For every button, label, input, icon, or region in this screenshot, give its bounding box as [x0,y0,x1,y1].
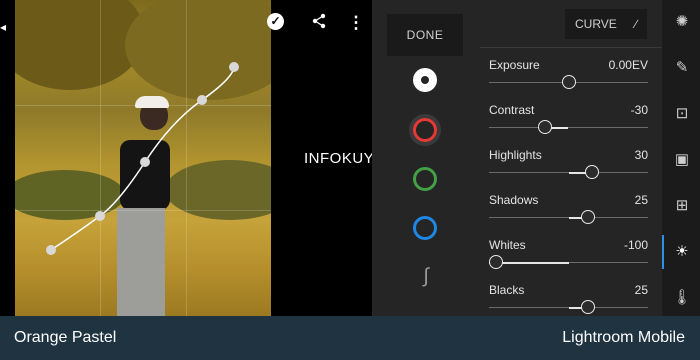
curve-icon: ∕ [634,17,637,31]
checkmark-icon: ✓ [267,13,284,30]
crop-icon[interactable]: ⊡ [672,104,692,124]
slider-label: Exposure [489,58,540,72]
curve-point[interactable] [197,95,207,105]
app-name: Lightroom Mobile [562,329,685,346]
light-icon[interactable]: ☀ [672,242,692,262]
slider-label: Shadows [489,193,539,207]
slider-label: Blacks [489,283,525,297]
light-adjustments-panel: CURVE ∕ Exposure 0.00EV Contrast -30 Highlig… [480,0,662,316]
slider-whites[interactable]: Whites -100 [489,238,648,278]
slider-label: Highlights [489,148,542,162]
slider-shadows[interactable]: Shadows 25 [489,193,648,233]
healing-icon[interactable]: ✎ [672,58,692,78]
slider-value: -30 [630,103,648,117]
feather-icon[interactable]: ∫ [415,265,437,287]
slider-knob[interactable] [489,255,503,269]
slider-value: 0.00EV [608,58,648,72]
curve-button[interactable]: CURVE ∕ [565,9,647,39]
share-button[interactable] [309,13,329,33]
channel-blue[interactable] [413,216,437,240]
curve-point[interactable] [95,211,105,221]
active-tool-indicator [662,235,664,269]
curve-tool-panel: DONE ∫ [372,0,480,316]
slider-contrast[interactable]: Contrast -30 [489,103,648,143]
slider-value: 25 [634,283,648,297]
caption-bar: Orange Pastel Lightroom Mobile [0,316,700,360]
slider-exposure[interactable]: Exposure 0.00EV [489,58,648,98]
slider-knob[interactable] [581,300,596,314]
slider-knob[interactable] [581,210,596,224]
slider-knob[interactable] [585,165,600,179]
luminance-dot [421,76,429,84]
channel-green[interactable] [413,167,437,191]
checkmark-button[interactable]: ✓ [267,13,287,33]
separator [480,47,662,48]
more-vertical-icon[interactable]: ⋮ [346,13,366,33]
selective-icon[interactable]: ⊞ [672,196,692,216]
edited-photo[interactable] [15,0,271,316]
color-temperature-icon[interactable]: 🌡 [672,288,692,308]
slider-knob[interactable] [537,120,552,134]
back-arrow-icon[interactable]: ◂ [0,17,6,37]
side-toolbar: ✺ ✎ ⊡ ▣ ⊞ ☀ 🌡 [662,0,700,316]
presets-icon[interactable]: ✺ [672,12,692,32]
curve-point[interactable] [140,157,150,167]
tone-curve[interactable] [15,0,271,316]
curve-button-label: CURVE [575,17,617,31]
channel-red[interactable] [413,118,437,142]
slider-value: 25 [634,193,648,207]
slider-highlights[interactable]: Highlights 30 [489,148,648,188]
layers-icon[interactable]: ▣ [672,150,692,170]
slider-value: 30 [634,148,648,162]
share-icon [312,13,326,29]
curve-point[interactable] [229,62,239,72]
slider-label: Whites [489,238,526,252]
done-button[interactable]: DONE [387,14,463,56]
curve-point[interactable] [46,245,56,255]
preset-name: Orange Pastel [14,329,117,346]
channel-luminance[interactable] [413,68,437,92]
slider-track[interactable] [489,127,648,128]
slider-value: -100 [623,238,648,252]
slider-knob[interactable] [561,75,576,89]
slider-label: Contrast [489,103,535,117]
